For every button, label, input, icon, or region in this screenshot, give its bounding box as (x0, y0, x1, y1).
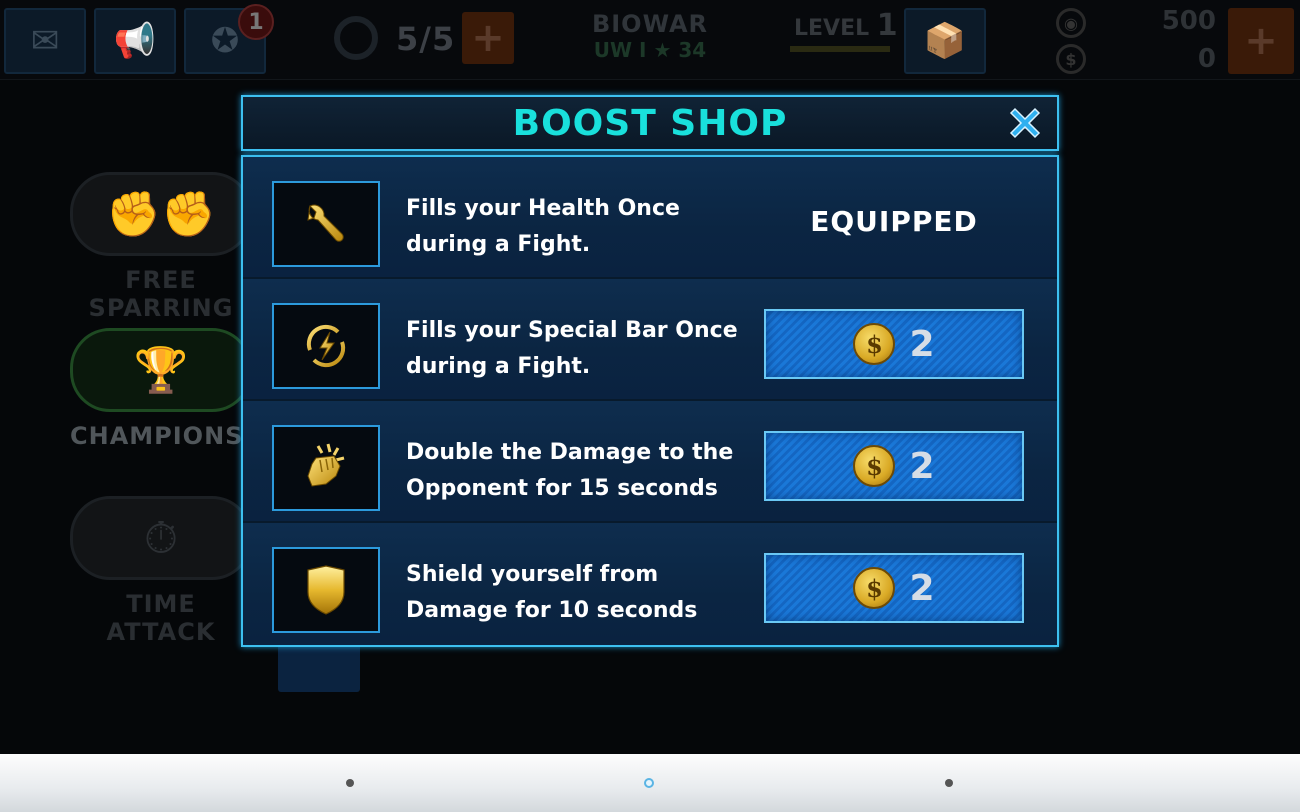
boost-list: Fills your Health Once during a Fight. E… (241, 155, 1059, 647)
boost-description: Double the Damage to the Opponent for 15… (406, 440, 734, 501)
home-nav-button[interactable] (644, 778, 654, 788)
player-info: BIOWAR UW I ★ 34 (560, 10, 740, 62)
wrench-icon (307, 204, 344, 242)
announcements-button[interactable]: 📢 (94, 8, 176, 74)
price: 2 (909, 445, 935, 487)
boost-icon-frame (272, 425, 380, 511)
boost-icon-frame (272, 547, 380, 633)
price: 2 (909, 567, 935, 609)
player-name: BIOWAR (591, 10, 709, 38)
notification-badge: 1 (238, 4, 274, 40)
gem-icon: ◉ (1056, 8, 1086, 38)
coin-icon: $ (853, 445, 896, 487)
close-button[interactable] (1003, 101, 1047, 145)
lightning-cycle-icon (306, 324, 346, 368)
buy-button[interactable]: $ 2 (764, 553, 1024, 623)
level-display: LEVEL 1 (794, 8, 898, 43)
box-icon: 📦 (923, 21, 967, 61)
megaphone-icon: 📢 (113, 21, 157, 61)
boost-description: Fills your Health Once during a Fight. (406, 196, 680, 257)
energy-gear-icon (334, 16, 378, 60)
fist-icon (307, 443, 345, 487)
boost-row-health: Fills your Health Once during a Fight. E… (243, 157, 1057, 279)
shield-icon (307, 565, 345, 615)
recents-nav-button[interactable] (945, 779, 953, 787)
buy-button[interactable]: $ 2 (764, 431, 1024, 501)
level-label: LEVEL (794, 16, 870, 41)
clock-icon: ⏱ (70, 496, 252, 580)
gloves-icon: ✊✊ (70, 172, 252, 256)
gem-count: 500 (1161, 6, 1216, 36)
dialog-header: BOOST SHOP (241, 95, 1059, 151)
close-icon (1009, 107, 1041, 139)
inventory-button[interactable]: 📦 (904, 8, 986, 74)
mode-championship[interactable]: 🏆 CHAMPIONSHIP (70, 328, 294, 450)
boost-icon-frame (272, 303, 380, 389)
back-nav-button[interactable] (346, 779, 354, 787)
mail-button[interactable]: ✉ (4, 8, 86, 74)
envelope-icon: ✉ (30, 21, 60, 61)
coin-icon: $ (1056, 44, 1086, 74)
boost-tool-button[interactable] (278, 642, 360, 692)
system-nav-bar (0, 754, 1300, 812)
coin-icon: $ (853, 567, 896, 609)
player-rank: UW I ★ 34 (593, 38, 707, 62)
energy-counter: 5/5 (396, 20, 456, 58)
boost-description: Fills your Special Bar Once during a Fig… (406, 318, 738, 379)
mode-free-sparring[interactable]: ✊✊ FREE SPARRING (70, 172, 252, 322)
boost-row-special: Fills your Special Bar Once during a Fig… (243, 279, 1057, 401)
boost-row-shield: Shield yourself from Damage for 10 secon… (243, 523, 1057, 645)
boost-description: Shield yourself from Damage for 10 secon… (406, 562, 698, 623)
buy-currency-button[interactable]: + (1228, 8, 1294, 74)
level-progress-bar (790, 46, 890, 52)
mode-label: FREE SPARRING (88, 266, 234, 322)
coin-count: 0 (1197, 44, 1216, 74)
currency-panel: ◉ 500 $ 0 (1050, 6, 1220, 76)
mode-time-attack[interactable]: ⏱ TIME ATTACK (70, 496, 252, 646)
equipped-status: EQUIPPED (810, 205, 978, 238)
mode-label: TIME ATTACK (106, 590, 216, 646)
boost-row-damage: Double the Damage to the Opponent for 15… (243, 401, 1057, 523)
coin-icon: $ (853, 323, 896, 365)
price: 2 (909, 323, 935, 365)
trophy-icon: 🏆 (70, 328, 252, 412)
award-icon: ✪ (210, 21, 240, 61)
boost-icon-frame (272, 181, 380, 267)
boost-shop-dialog: BOOST SHOP Fills your Health Once during… (241, 95, 1059, 647)
level-value: 1 (876, 8, 898, 43)
add-energy-button[interactable]: + (462, 12, 514, 64)
buy-button[interactable]: $ 2 (764, 309, 1024, 379)
top-bar: ✉ 📢 ✪ 1 5/5 + BIOWAR UW I ★ 34 LEVEL 1 📦… (0, 0, 1300, 80)
mode-label: CHAMPIONSHIP (70, 422, 294, 450)
dialog-title: BOOST SHOP (512, 102, 788, 144)
